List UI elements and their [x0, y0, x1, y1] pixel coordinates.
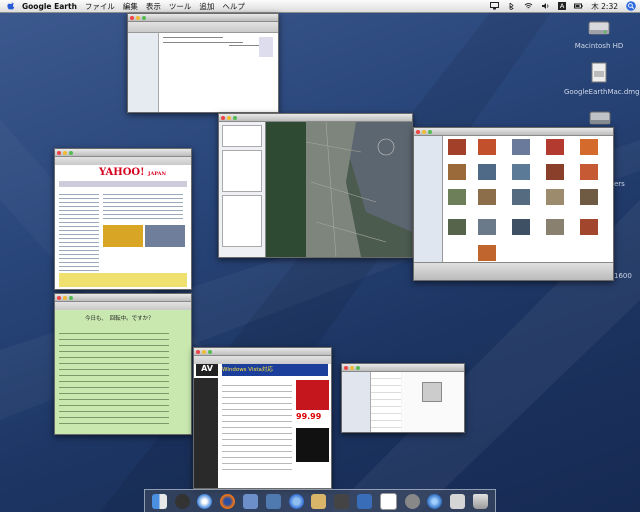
- disk-image-icon: [591, 62, 607, 83]
- safari-icon[interactable]: [197, 493, 213, 509]
- trash-icon[interactable]: [473, 493, 489, 509]
- window-finder[interactable]: [127, 13, 279, 113]
- window-green-page[interactable]: 今日も、 回転中。ですか？: [54, 293, 192, 435]
- iphoto-icon[interactable]: [265, 493, 281, 509]
- display-icon[interactable]: [489, 2, 499, 10]
- window-iphoto[interactable]: [413, 127, 614, 281]
- desktop-partial-label: 1600: [614, 272, 632, 280]
- photo-grid: [443, 136, 613, 262]
- window-yahoo-browser[interactable]: YAHOO! JAPAN: [54, 148, 192, 290]
- list-pane: [371, 372, 401, 432]
- minimize-button[interactable]: [202, 349, 206, 354]
- iphoto-toolbar: [414, 262, 613, 280]
- minimize-button[interactable]: [136, 15, 140, 20]
- google-earth-icon[interactable]: [427, 493, 443, 509]
- zoom-button[interactable]: [69, 150, 73, 155]
- minimize-button[interactable]: [63, 150, 67, 155]
- hard-drive-icon: [588, 21, 610, 35]
- earth-sidebar: [219, 122, 266, 257]
- title-bar[interactable]: [414, 128, 613, 136]
- title-bar[interactable]: [128, 14, 278, 22]
- title-bar[interactable]: [219, 114, 412, 122]
- menu-file[interactable]: ファイル: [85, 1, 115, 12]
- desktop-icon-macintosh-hd[interactable]: Macintosh HD: [564, 18, 634, 50]
- volume-icon[interactable]: [541, 2, 550, 10]
- title-bar[interactable]: [342, 364, 464, 372]
- dashboard-icon[interactable]: [174, 493, 190, 509]
- title-bar[interactable]: [194, 348, 331, 356]
- close-button[interactable]: [57, 295, 61, 300]
- yahoo-logo-text: YAHOO!: [99, 167, 145, 178]
- zoom-button[interactable]: [208, 349, 212, 354]
- zoom-button[interactable]: [69, 295, 73, 300]
- source-list: [414, 136, 443, 262]
- imovie-icon[interactable]: [334, 493, 350, 509]
- window-av-browser[interactable]: AV Windows Vista対応 99.99: [193, 347, 332, 489]
- zoom-button[interactable]: [142, 15, 146, 20]
- zoom-button[interactable]: [356, 365, 360, 370]
- firefox-icon[interactable]: [220, 493, 236, 509]
- close-button[interactable]: [196, 349, 200, 354]
- system-preferences-icon[interactable]: [404, 493, 420, 509]
- av-page: AV Windows Vista対応 99.99: [194, 364, 331, 488]
- menu-view[interactable]: 表示: [146, 1, 161, 12]
- window-google-earth[interactable]: [218, 113, 413, 258]
- hard-drive-icon: [589, 111, 611, 125]
- desktop-partial-label: ers: [614, 180, 625, 188]
- battery-icon[interactable]: [574, 2, 584, 10]
- ical-icon[interactable]: [288, 493, 304, 509]
- title-bar[interactable]: [55, 149, 191, 157]
- zoom-button[interactable]: [233, 115, 237, 120]
- file-list: [159, 33, 278, 112]
- menu-edit[interactable]: 編集: [123, 1, 138, 12]
- av-logo[interactable]: AV: [196, 364, 218, 376]
- av-price: 99.99: [296, 412, 322, 421]
- desktop-icon-label: Macintosh HD: [574, 42, 624, 50]
- preview-icon[interactable]: [379, 492, 397, 510]
- minimize-button[interactable]: [227, 115, 231, 120]
- minimize-button[interactable]: [422, 129, 426, 134]
- wifi-icon[interactable]: [524, 2, 533, 10]
- sidebar: [342, 372, 371, 432]
- earth-map-view[interactable]: [266, 122, 412, 257]
- desktop-icon-dmg[interactable]: GoogleEarthMac.dmg: [564, 62, 640, 96]
- bluetooth-icon[interactable]: [507, 2, 516, 10]
- desktop-icon-label: GoogleEarthMac.dmg: [564, 88, 640, 96]
- preview-pane: [402, 372, 464, 432]
- dock: [144, 489, 496, 512]
- close-button[interactable]: [344, 365, 348, 370]
- menu-app-name[interactable]: Google Earth: [22, 2, 77, 11]
- close-button[interactable]: [57, 150, 61, 155]
- menu-clock[interactable]: 木 2:32: [591, 1, 618, 12]
- finder-icon[interactable]: [151, 493, 167, 509]
- green-page-content: 今日も、 回転中。ですか？: [55, 310, 191, 434]
- apple-menu-icon[interactable]: [6, 1, 16, 11]
- window-small-finder[interactable]: [341, 363, 465, 433]
- mail-icon[interactable]: [243, 493, 259, 509]
- av-banner[interactable]: Windows Vista対応: [222, 364, 328, 376]
- menu-bar: Google Earth ファイル 編集 表示 ツール 追加 ヘルプ A 木 2…: [0, 0, 640, 13]
- menu-tools[interactable]: ツール: [169, 1, 192, 12]
- spotlight-icon[interactable]: [626, 1, 636, 11]
- terminal-icon[interactable]: [357, 493, 373, 509]
- close-button[interactable]: [221, 115, 225, 120]
- input-indicator[interactable]: A: [557, 2, 567, 10]
- menu-add[interactable]: 追加: [199, 1, 214, 12]
- minimize-button[interactable]: [350, 365, 354, 370]
- menu-help[interactable]: ヘルプ: [222, 1, 245, 12]
- toolbar: [128, 22, 278, 33]
- itunes-icon[interactable]: [311, 493, 327, 509]
- page-heading: 今日も、 回転中。ですか？: [85, 316, 154, 322]
- zoom-button[interactable]: [428, 129, 432, 134]
- close-button[interactable]: [130, 15, 134, 20]
- sidebar: [128, 33, 159, 112]
- yahoo-logo-sub: JAPAN: [148, 171, 167, 177]
- yahoo-logo[interactable]: YAHOO! JAPAN: [99, 167, 166, 178]
- menu-extras: A 木 2:32: [489, 1, 640, 12]
- yahoo-page: YAHOO! JAPAN: [55, 165, 191, 289]
- title-bar[interactable]: [55, 294, 191, 302]
- close-button[interactable]: [416, 129, 420, 134]
- itunes-music-icon[interactable]: [450, 493, 466, 509]
- minimize-button[interactable]: [63, 295, 67, 300]
